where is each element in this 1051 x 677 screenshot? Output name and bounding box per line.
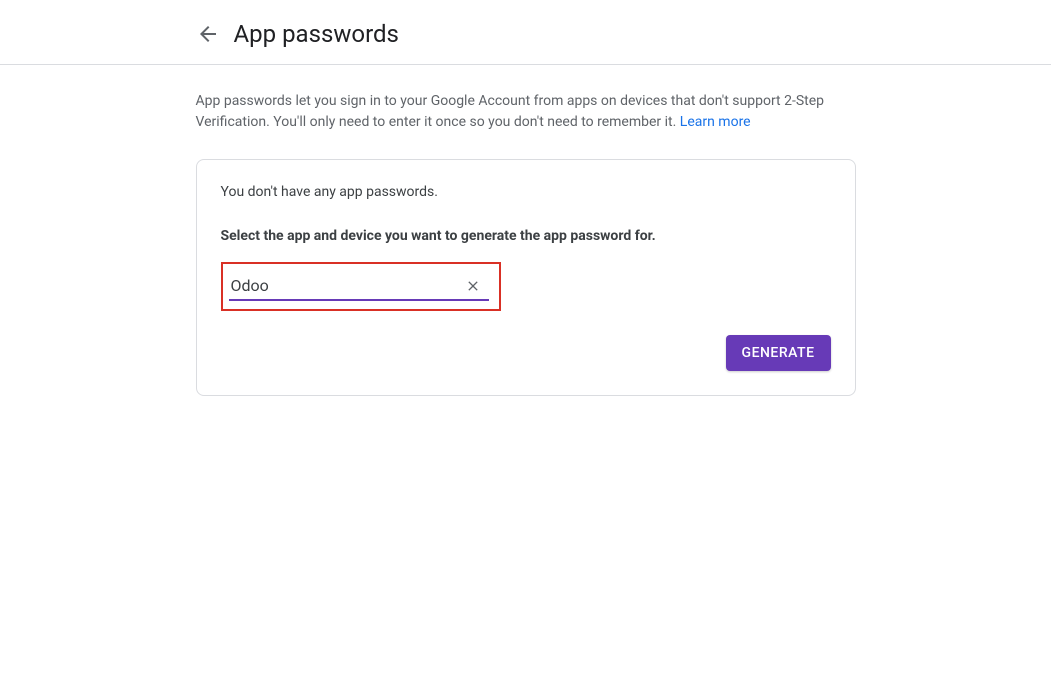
learn-more-link[interactable]: Learn more xyxy=(680,114,751,130)
empty-state-message: You don't have any app passwords. xyxy=(221,184,831,200)
generate-button[interactable]: GENERATE xyxy=(726,335,831,371)
select-prompt: Select the app and device you want to ge… xyxy=(221,228,831,244)
description-text: App passwords let you sign in to your Go… xyxy=(196,91,856,133)
page-header: App passwords xyxy=(0,0,1051,65)
page-title: App passwords xyxy=(234,20,399,48)
custom-name-input-row xyxy=(229,272,489,301)
clear-input-icon[interactable] xyxy=(463,276,483,296)
back-arrow-icon[interactable] xyxy=(196,22,220,46)
custom-name-input[interactable] xyxy=(229,272,463,299)
main-content: App passwords let you sign in to your Go… xyxy=(196,65,856,396)
input-highlight-annotation xyxy=(221,262,501,311)
card-actions: GENERATE xyxy=(221,335,831,371)
app-passwords-card: You don't have any app passwords. Select… xyxy=(196,159,856,396)
